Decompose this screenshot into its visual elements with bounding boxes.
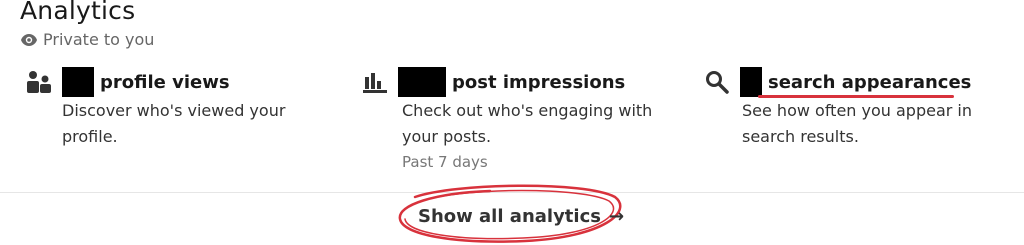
annotation-underline: [758, 95, 954, 98]
metric-label: profile views: [100, 71, 230, 93]
analytics-card: Analytics Private to you profile views D…: [0, 0, 1024, 245]
metric-post-impressions[interactable]: post impressions Check out who's engagin…: [360, 66, 672, 174]
metric-profile-views[interactable]: profile views Discover who's viewed your…: [24, 66, 312, 150]
visibility-label: Private to you: [43, 30, 155, 49]
show-all-label: Show all analytics: [418, 206, 601, 227]
bar-chart-icon: [360, 67, 390, 97]
section-title: Analytics: [20, 0, 136, 25]
show-all-analytics-button[interactable]: Show all analytics →: [418, 206, 624, 227]
arrow-right-icon: →: [608, 206, 625, 227]
metric-description: Discover who's viewed your profile.: [62, 101, 286, 146]
search-icon: [702, 67, 732, 97]
redacted-count: [398, 67, 446, 97]
metric-period: Past 7 days: [402, 153, 488, 171]
metric-label: search appearances: [768, 71, 972, 93]
metric-description: Check out who's engaging with your posts…: [402, 101, 653, 146]
redacted-count: [62, 67, 94, 97]
redacted-count: [740, 67, 762, 97]
visibility-note: Private to you: [20, 30, 154, 49]
eye-icon: [20, 33, 38, 47]
metric-description: See how often you appear in search resul…: [742, 101, 973, 146]
metric-label: post impressions: [452, 71, 626, 93]
metric-search-appearances[interactable]: search appearances See how often you app…: [702, 66, 1002, 150]
people-icon: [24, 67, 54, 97]
